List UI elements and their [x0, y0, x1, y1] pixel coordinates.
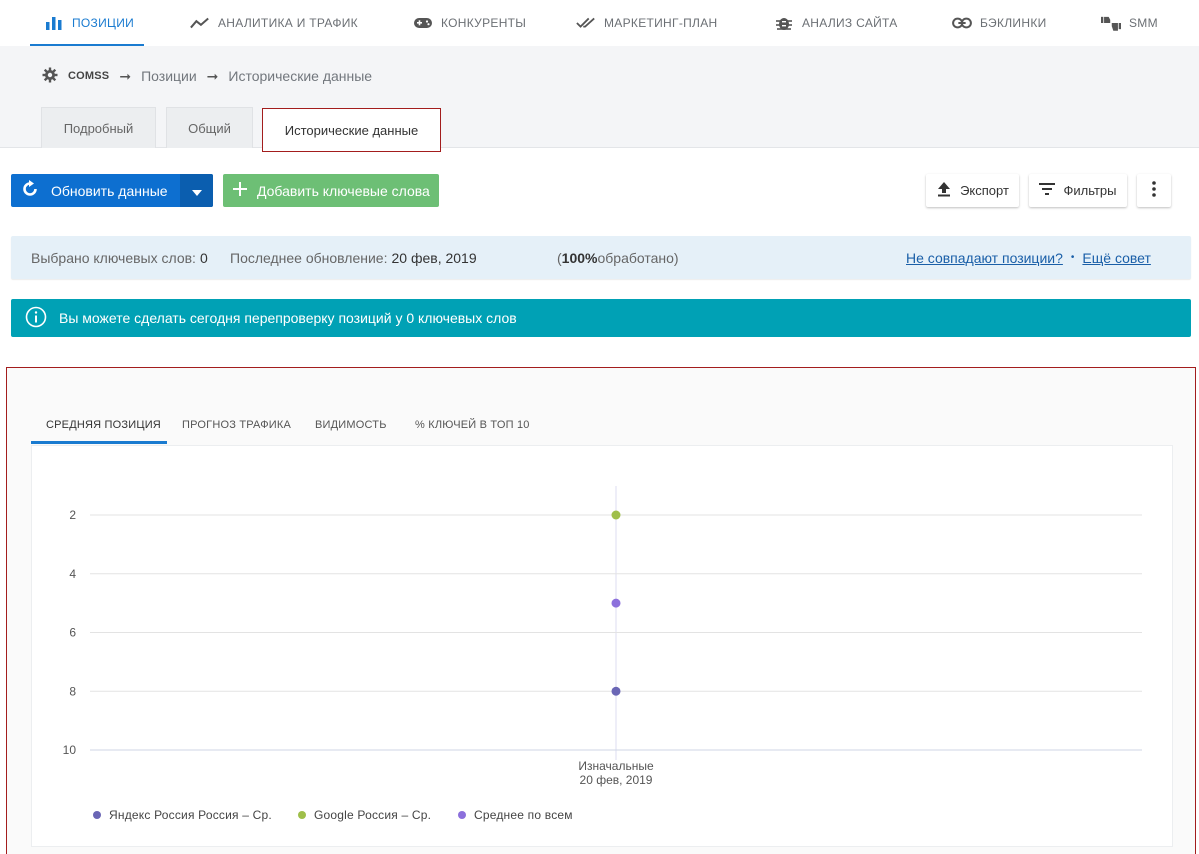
y-tick-label: 8 [69, 684, 76, 698]
data-point [611, 598, 621, 608]
legend-label: Яндекс Россия Россия – Ср. [109, 808, 272, 822]
legend-dot [298, 811, 306, 819]
y-tick-label: 2 [69, 508, 76, 522]
legend-label: Google Россия – Ср. [314, 808, 432, 822]
average-position-chart: 2 4 6 8 10 Изначальные20 фев, 2019 [63, 486, 1142, 787]
legend-item-average[interactable]: Среднее по всем [458, 808, 573, 822]
x-tick-label: Изначальные [578, 759, 654, 773]
legend-item-yandex[interactable]: Яндекс Россия Россия – Ср. [93, 808, 272, 822]
legend-dot [458, 811, 466, 819]
data-point [611, 686, 621, 696]
data-point [611, 510, 621, 520]
legend-item-google[interactable]: Google Россия – Ср. [298, 808, 431, 822]
y-tick-label: 6 [69, 626, 76, 640]
legend-label: Среднее по всем [474, 808, 573, 822]
x-tick-label: 20 фев, 2019 [580, 773, 653, 787]
legend-dot [93, 811, 101, 819]
y-tick-label: 4 [69, 567, 76, 581]
y-tick-label: 10 [63, 743, 77, 757]
